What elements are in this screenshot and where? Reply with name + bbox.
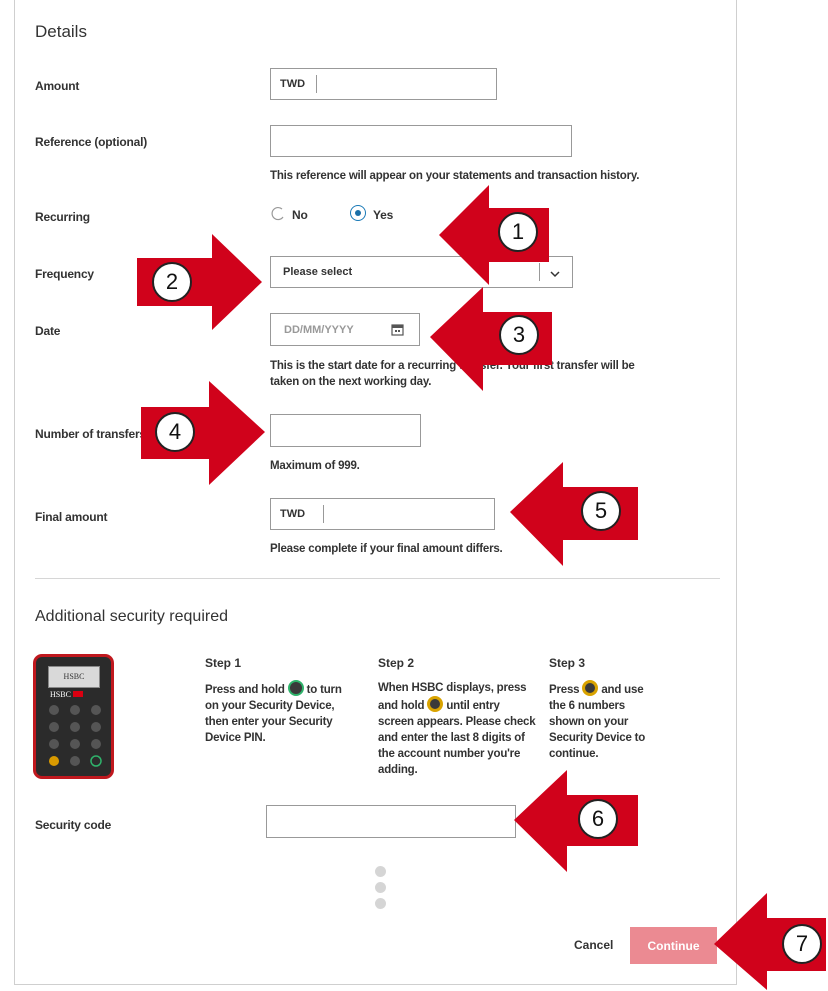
final-amount-input[interactable]: TWD xyxy=(270,498,495,530)
final-amount-help: Please complete if your final amount dif… xyxy=(270,543,503,555)
transfers-help: Maximum of 999. xyxy=(270,460,360,472)
reference-label: Reference (optional) xyxy=(35,135,148,149)
callout-number-5: 5 xyxy=(581,491,621,531)
yellow-button-icon xyxy=(582,680,599,696)
callout-arrow-5 xyxy=(510,462,638,566)
recurring-yes-radio[interactable] xyxy=(350,205,366,221)
step3-title: Step 3 xyxy=(549,656,586,670)
security-heading: Additional security required xyxy=(35,608,228,625)
frequency-label: Frequency xyxy=(35,267,94,281)
callout-number-7: 7 xyxy=(782,924,822,964)
final-amount-divider xyxy=(323,505,324,523)
cancel-link[interactable]: Cancel xyxy=(574,938,613,952)
step3-text: Press and use the 6 numbers shown on your… xyxy=(549,680,679,762)
reference-input[interactable] xyxy=(270,125,572,157)
callout-number-1: 1 xyxy=(498,212,538,252)
radio-selected-dot xyxy=(355,210,361,216)
continue-button[interactable]: Continue xyxy=(630,927,717,964)
loading-dot xyxy=(375,882,386,893)
date-label: Date xyxy=(35,324,61,338)
security-code-label: Security code xyxy=(35,818,112,832)
power-button-icon xyxy=(287,680,304,696)
hsbc-logo-icon xyxy=(72,691,83,697)
date-input[interactable]: DD/MM/YYYY xyxy=(270,313,420,346)
date-placeholder: DD/MM/YYYY xyxy=(284,324,354,336)
callout-number-4: 4 xyxy=(155,412,195,452)
step2-title: Step 2 xyxy=(378,656,415,670)
amount-label: Amount xyxy=(35,79,80,93)
recurring-no-radio[interactable] xyxy=(270,206,285,221)
callout-arrow-6 xyxy=(514,770,638,872)
recurring-label: Recurring xyxy=(35,210,90,224)
transfers-input[interactable] xyxy=(270,414,421,447)
amount-input[interactable]: TWD xyxy=(270,68,497,100)
callout-number-6: 6 xyxy=(578,799,618,839)
frequency-value: Please select xyxy=(283,266,353,278)
transfers-label: Number of transfers xyxy=(35,427,146,441)
step1-text: Press and hold to turn on your Security D… xyxy=(205,680,370,746)
device-screen: HSBC xyxy=(48,666,100,688)
final-amount-label: Final amount xyxy=(35,510,108,524)
device-keypad xyxy=(46,703,106,778)
loading-dot xyxy=(375,898,386,909)
device-brand: HSBC xyxy=(50,690,83,699)
amount-divider xyxy=(316,75,317,93)
recurring-yes-label: Yes xyxy=(373,208,394,222)
date-help-line2: taken on the next working day. xyxy=(270,376,432,388)
section-divider xyxy=(35,578,720,579)
amount-currency: TWD xyxy=(280,78,306,90)
details-heading: Details xyxy=(35,22,87,41)
loading-dot xyxy=(375,866,386,877)
security-code-input[interactable] xyxy=(266,805,516,838)
callout-number-2: 2 xyxy=(152,262,192,302)
step2-text: When HSBC displays, press and hold until … xyxy=(378,682,536,776)
step1-title: Step 1 xyxy=(205,656,242,670)
yellow-button-icon xyxy=(427,696,444,712)
security-device-image: HSBC HSBC xyxy=(33,654,114,779)
final-amount-currency: TWD xyxy=(280,508,306,520)
calendar-icon[interactable] xyxy=(391,323,404,341)
recurring-no-label: No xyxy=(292,208,308,222)
callout-number-3: 3 xyxy=(499,315,539,355)
